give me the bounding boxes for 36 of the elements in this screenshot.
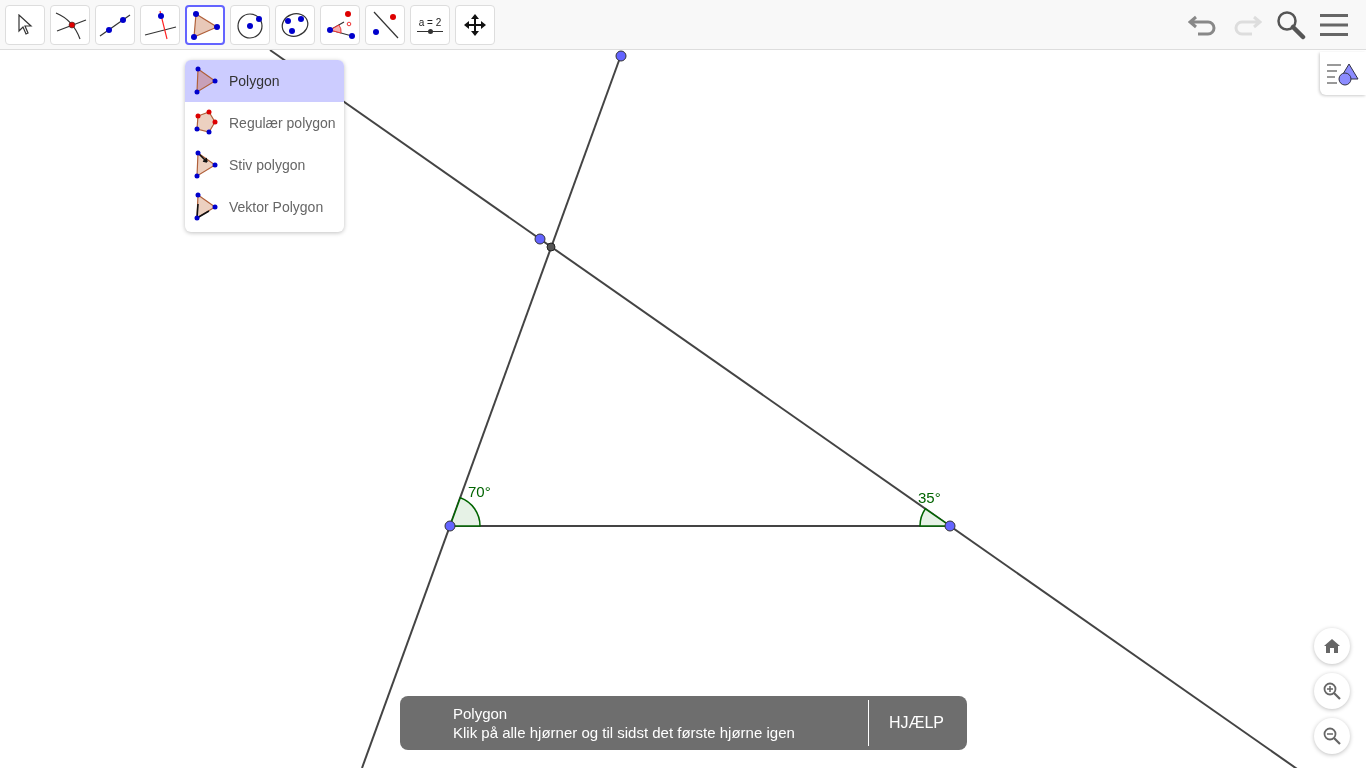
triangle-icon bbox=[190, 9, 220, 40]
angle-label: 70° bbox=[468, 483, 491, 500]
point[interactable] bbox=[534, 233, 546, 245]
menu-item[interactable]: Polygon bbox=[185, 60, 344, 102]
menu-icon[interactable] bbox=[1320, 12, 1348, 37]
list-shapes-icon bbox=[1327, 61, 1359, 86]
home-icon bbox=[1324, 639, 1340, 653]
tooltip-title: Polygon bbox=[453, 704, 509, 723]
point[interactable] bbox=[444, 520, 456, 532]
triangle-icon bbox=[193, 66, 219, 96]
menu-item[interactable]: Stiv polygon bbox=[185, 144, 344, 186]
zoom-out-button[interactable] bbox=[1314, 718, 1350, 754]
point[interactable] bbox=[615, 50, 627, 62]
zoom-in-button[interactable] bbox=[1314, 673, 1350, 709]
reflect-line-icon bbox=[370, 9, 400, 40]
point[interactable] bbox=[944, 520, 956, 532]
triangle-vectors-icon bbox=[193, 192, 219, 222]
menu-item[interactable]: Vektor Polygon bbox=[185, 186, 344, 228]
tool-button[interactable] bbox=[185, 4, 225, 45]
perpendicular-icon bbox=[143, 9, 177, 40]
tool-button[interactable]: a = 2 bbox=[410, 4, 450, 45]
help-button[interactable]: HJÆLP bbox=[868, 696, 967, 750]
zoom-in-icon bbox=[1323, 682, 1341, 700]
angle-arc bbox=[449, 497, 481, 527]
menu-item[interactable]: Regulær polygon bbox=[185, 102, 344, 144]
angle-icon bbox=[324, 9, 356, 40]
angle-label: 35° bbox=[918, 489, 941, 506]
triangle-arrow-icon bbox=[193, 150, 219, 180]
move-arrows-icon bbox=[463, 12, 487, 37]
home-button[interactable] bbox=[1314, 628, 1350, 664]
tooltip-text: Klik på alle hjørner og til sidst det første hjørne igen bbox=[453, 723, 796, 742]
search-icon[interactable] bbox=[1276, 9, 1306, 40]
intersection-point[interactable] bbox=[546, 242, 556, 252]
zoom-out-icon bbox=[1323, 727, 1341, 745]
arrow-cursor-icon bbox=[17, 13, 33, 36]
algebra-view-button[interactable] bbox=[1320, 52, 1366, 95]
